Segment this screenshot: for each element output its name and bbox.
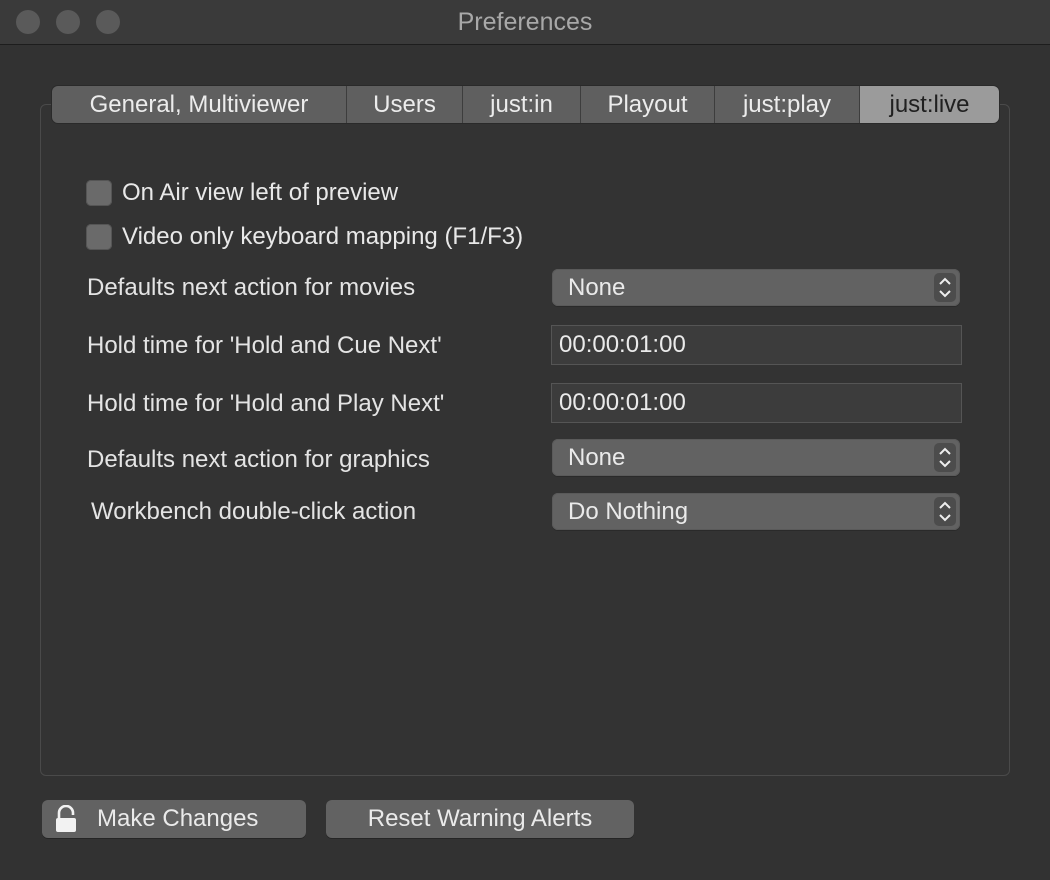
- movies-next-action-label: Defaults next action for movies: [87, 274, 416, 301]
- updown-chevron-icon: [934, 497, 956, 526]
- tab-general-multiviewer[interactable]: General, Multiviewer: [52, 86, 347, 123]
- checkbox-row-on-air-view: On Air view left of preview: [86, 179, 398, 207]
- hold-cue-next-label: Hold time for 'Hold and Cue Next': [87, 332, 442, 359]
- tab-just-in[interactable]: just:in: [463, 86, 581, 123]
- tab-users[interactable]: Users: [347, 86, 463, 123]
- movies-next-action-value: None: [568, 274, 626, 301]
- video-keyboard-mapping-checkbox[interactable]: [86, 224, 112, 250]
- workbench-double-click-popup[interactable]: Do Nothing: [552, 493, 960, 530]
- hold-cue-next-field[interactable]: 00:00:01:00: [551, 325, 962, 365]
- hold-play-next-field[interactable]: 00:00:01:00: [551, 383, 962, 423]
- window-title: Preferences: [457, 8, 593, 36]
- movies-next-action-popup[interactable]: None: [552, 269, 960, 306]
- tab-bar: General, Multiviewer Users just:in Playo…: [52, 86, 999, 123]
- tab-just-play[interactable]: just:play: [715, 86, 860, 123]
- hold-play-next-label: Hold time for 'Hold and Play Next': [87, 390, 445, 417]
- updown-chevron-icon: [934, 443, 956, 472]
- graphics-next-action-value: None: [568, 444, 626, 471]
- workbench-double-click-label: Workbench double-click action: [91, 498, 417, 525]
- title-bar: Preferences: [0, 0, 1050, 45]
- on-air-view-checkbox[interactable]: [86, 180, 112, 206]
- tab-just-live[interactable]: just:live: [860, 86, 999, 123]
- make-changes-button[interactable]: Make Changes: [42, 800, 306, 838]
- lock-icon: [54, 804, 78, 833]
- graphics-next-action-label: Defaults next action for graphics: [87, 446, 430, 473]
- reset-warning-alerts-button[interactable]: Reset Warning Alerts: [326, 800, 634, 838]
- checkbox-row-video-keyboard: Video only keyboard mapping (F1/F3): [86, 223, 523, 251]
- on-air-view-label: On Air view left of preview: [122, 179, 399, 206]
- workbench-double-click-value: Do Nothing: [568, 498, 689, 525]
- tab-playout[interactable]: Playout: [581, 86, 715, 123]
- hold-cue-next-value: 00:00:01:00: [559, 331, 686, 358]
- make-changes-label: Make Changes: [97, 805, 259, 832]
- video-keyboard-mapping-label: Video only keyboard mapping (F1/F3): [122, 223, 524, 250]
- updown-chevron-icon: [934, 273, 956, 302]
- hold-play-next-value: 00:00:01:00: [559, 389, 686, 416]
- graphics-next-action-popup[interactable]: None: [552, 439, 960, 476]
